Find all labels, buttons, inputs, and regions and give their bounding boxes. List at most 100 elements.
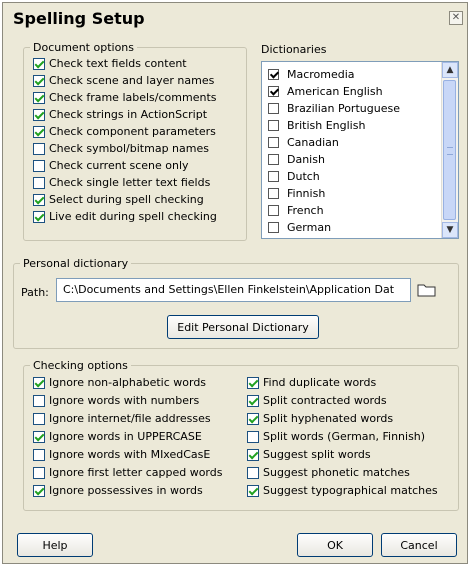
- checkbox-label: Ignore non-alphabetic words: [49, 376, 207, 389]
- checkbox[interactable]: [268, 188, 279, 199]
- dictionary-item[interactable]: Macromedia: [268, 66, 355, 83]
- dictionary-item[interactable]: Brazilian Portuguese: [268, 100, 400, 117]
- checking-option-checkbox[interactable]: Ignore non-alphabetic words: [33, 374, 206, 391]
- title-bar: Spelling Setup ✕: [3, 3, 467, 35]
- checkbox[interactable]: [268, 137, 279, 148]
- document-option-checkbox[interactable]: Check frame labels/comments: [33, 89, 216, 106]
- checkbox[interactable]: [33, 108, 45, 121]
- checkbox[interactable]: [33, 159, 45, 172]
- checkbox[interactable]: [33, 176, 45, 189]
- checkbox[interactable]: [268, 205, 279, 216]
- checkbox[interactable]: [268, 103, 279, 114]
- dictionary-item[interactable]: French: [268, 202, 324, 219]
- ok-button[interactable]: OK: [297, 533, 373, 557]
- checkbox-label: Check scene and layer names: [49, 74, 215, 87]
- close-icon[interactable]: ✕: [449, 11, 463, 25]
- checkbox[interactable]: [268, 86, 279, 97]
- checkbox-label: Split hyphenated words: [263, 412, 394, 425]
- checkbox-label: Check strings in ActionScript: [49, 108, 208, 121]
- document-option-checkbox[interactable]: Check current scene only: [33, 157, 189, 174]
- checkbox[interactable]: [247, 484, 259, 497]
- dictionary-item-label: Macromedia: [287, 68, 355, 81]
- dictionary-item-label: Finnish: [287, 187, 326, 200]
- checkbox[interactable]: [247, 466, 259, 479]
- dictionaries-list[interactable]: Macromedia American English Brazilian Port…: [261, 61, 459, 239]
- checking-option-checkbox[interactable]: Ignore possessives in words: [33, 482, 203, 499]
- dictionary-item[interactable]: Finnish: [268, 185, 325, 202]
- checkbox-label: Suggest phonetic matches: [263, 466, 410, 479]
- edit-personal-dictionary-button[interactable]: Edit Personal Dictionary: [167, 315, 319, 339]
- dictionary-item[interactable]: British English: [268, 117, 365, 134]
- checkbox[interactable]: [33, 466, 45, 479]
- checkbox-label: Select during spell checking: [49, 193, 204, 206]
- checking-option-checkbox[interactable]: Suggest typographical matches: [247, 482, 438, 499]
- checkbox[interactable]: [268, 222, 279, 233]
- dictionary-item-label: Danish: [287, 153, 325, 166]
- checkbox[interactable]: [247, 430, 259, 443]
- checking-option-checkbox[interactable]: Ignore words with MIxedCasE: [33, 446, 210, 463]
- checkbox[interactable]: [268, 120, 279, 131]
- document-option-checkbox[interactable]: Check single letter text fields: [33, 174, 210, 191]
- checking-option-checkbox[interactable]: Suggest phonetic matches: [247, 464, 410, 481]
- checkbox[interactable]: [33, 430, 45, 443]
- cancel-button[interactable]: Cancel: [381, 533, 457, 557]
- dictionary-item-label: Brazilian Portuguese: [287, 102, 400, 115]
- checking-option-checkbox[interactable]: Split contracted words: [247, 392, 387, 409]
- dictionaries-scrollbar[interactable]: ▲ ▼: [441, 62, 458, 238]
- path-input[interactable]: C:\Documents and Settings\Ellen Finkelst…: [56, 278, 411, 302]
- checkbox-label: Find duplicate words: [263, 376, 377, 389]
- checking-options-legend: Checking options: [33, 359, 128, 372]
- dictionary-item[interactable]: German: [268, 219, 331, 236]
- dictionary-item[interactable]: American English: [268, 83, 383, 100]
- folder-icon[interactable]: [417, 282, 437, 298]
- checkbox-label: Suggest split words: [263, 448, 371, 461]
- checkbox[interactable]: [247, 412, 259, 425]
- checkbox[interactable]: [33, 193, 45, 206]
- checking-option-checkbox[interactable]: Suggest split words: [247, 446, 371, 463]
- checkbox[interactable]: [33, 91, 45, 104]
- checking-option-checkbox[interactable]: Split hyphenated words: [247, 410, 393, 427]
- checkbox[interactable]: [268, 154, 279, 165]
- checkbox-label: Check text fields content: [49, 57, 187, 70]
- checkbox[interactable]: [247, 394, 259, 407]
- checkbox[interactable]: [33, 210, 45, 223]
- checkbox[interactable]: [268, 69, 279, 80]
- personal-dictionary-legend: Personal dictionary: [23, 257, 129, 270]
- checkbox[interactable]: [247, 448, 259, 461]
- checkbox[interactable]: [33, 74, 45, 87]
- checkbox-label: Ignore words with numbers: [49, 394, 200, 407]
- dictionary-item[interactable]: Danish: [268, 151, 325, 168]
- document-option-checkbox[interactable]: Check symbol/bitmap names: [33, 140, 209, 157]
- dictionary-item[interactable]: Dutch: [268, 168, 320, 185]
- chevron-down-icon[interactable]: ▼: [442, 222, 458, 238]
- checkbox[interactable]: [33, 57, 45, 70]
- checking-option-checkbox[interactable]: Split words (German, Finnish): [247, 428, 425, 445]
- checking-option-checkbox[interactable]: Ignore first letter capped words: [33, 464, 222, 481]
- checking-option-checkbox[interactable]: Ignore words in UPPERCASE: [33, 428, 202, 445]
- document-option-checkbox[interactable]: Check component parameters: [33, 123, 216, 140]
- dictionary-item[interactable]: Canadian: [268, 134, 339, 151]
- checkbox[interactable]: [33, 125, 45, 138]
- document-option-checkbox[interactable]: Live edit during spell checking: [33, 208, 217, 225]
- checkbox-label: Check frame labels/comments: [49, 91, 217, 104]
- checkbox[interactable]: [33, 142, 45, 155]
- checkbox[interactable]: [33, 394, 45, 407]
- checkbox[interactable]: [33, 376, 45, 389]
- checkbox[interactable]: [268, 171, 279, 182]
- scroll-thumb[interactable]: [443, 80, 456, 220]
- dictionary-item-label: French: [287, 204, 324, 217]
- document-option-checkbox[interactable]: Check strings in ActionScript: [33, 106, 207, 123]
- document-option-checkbox[interactable]: Check scene and layer names: [33, 72, 214, 89]
- checkbox-label: Check component parameters: [49, 125, 216, 138]
- checking-option-checkbox[interactable]: Find duplicate words: [247, 374, 376, 391]
- help-button[interactable]: Help: [17, 533, 93, 557]
- checking-option-checkbox[interactable]: Ignore words with numbers: [33, 392, 199, 409]
- checkbox[interactable]: [33, 448, 45, 461]
- checking-option-checkbox[interactable]: Ignore internet/file addresses: [33, 410, 211, 427]
- chevron-up-icon[interactable]: ▲: [442, 62, 458, 78]
- checkbox[interactable]: [33, 484, 45, 497]
- document-option-checkbox[interactable]: Select during spell checking: [33, 191, 204, 208]
- document-option-checkbox[interactable]: Check text fields content: [33, 55, 187, 72]
- checkbox[interactable]: [33, 412, 45, 425]
- checkbox[interactable]: [247, 376, 259, 389]
